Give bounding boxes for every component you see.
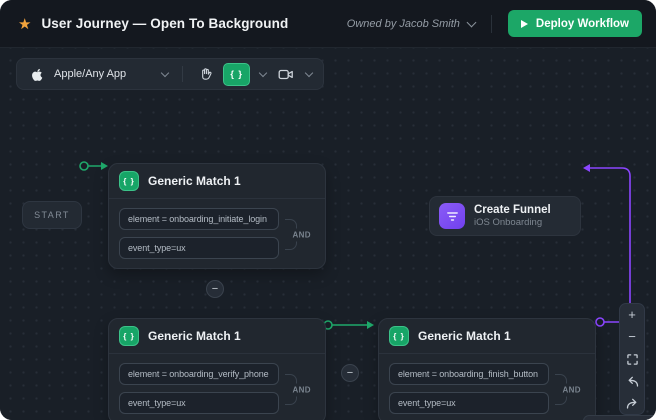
start-node[interactable]: START (22, 201, 82, 229)
owner-chevron-down-icon[interactable] (466, 17, 476, 27)
app-window: ★ User Journey — Open To Background Owne… (0, 0, 656, 420)
node-title: Generic Match 1 (148, 329, 241, 343)
start-node-label: START (34, 210, 70, 220)
node-title: Generic Match 1 (418, 329, 511, 343)
condition-pill[interactable]: element = onboarding_initiate_login (119, 208, 279, 230)
condition-pill[interactable]: element = onboarding_finish_button (389, 363, 549, 385)
edge-arrow-icon (101, 162, 108, 170)
video-tool-chevron-down-icon[interactable] (305, 69, 313, 77)
fit-view-button[interactable] (623, 352, 641, 366)
apple-icon (26, 64, 46, 84)
node-header: { } Generic Match 1 (109, 319, 325, 354)
app-selector-chevron-down-icon[interactable] (161, 69, 169, 77)
edge-arrow-icon (367, 321, 374, 329)
edge-remove-button[interactable]: − (206, 280, 224, 298)
node-create-funnel[interactable]: Create Funnel iOS Onboarding (429, 196, 581, 236)
canvas-controls-panel: + − (619, 303, 645, 415)
app-selector[interactable]: Apple/Any App (54, 68, 126, 80)
start-output-port[interactable] (80, 162, 88, 170)
code-braces-icon: { } (119, 326, 139, 346)
workflow-canvas[interactable]: Apple/Any App { } START (0, 48, 656, 420)
node-generic-match-2[interactable]: { } Generic Match 1 element = onboarding… (108, 318, 326, 420)
operator-label: AND (291, 228, 312, 241)
operator-label: AND (561, 383, 582, 396)
header-divider (491, 15, 492, 33)
deploy-workflow-button[interactable]: Deploy Workflow (508, 10, 642, 37)
node-body: element = onboarding_verify_phone event_… (109, 354, 325, 420)
node-generic-match-1[interactable]: { } Generic Match 1 element = onboarding… (108, 163, 326, 269)
favorite-star-icon[interactable]: ★ (18, 15, 31, 33)
video-camera-tool-button[interactable] (276, 64, 296, 84)
node-title: Generic Match 1 (148, 174, 241, 188)
code-braces-icon: { } (119, 171, 139, 191)
condition-pill[interactable]: event_type=ux (119, 237, 279, 259)
code-match-tool-button[interactable]: { } (223, 63, 250, 86)
page-title: User Journey — Open To Background (41, 16, 288, 31)
canvas-toolbar: Apple/Any App { } (16, 58, 324, 90)
condition-pill[interactable]: element = onboarding_verify_phone (119, 363, 279, 385)
match3-output-port[interactable] (596, 318, 604, 326)
minimap[interactable] (583, 415, 656, 420)
code-braces-icon: { } (389, 326, 409, 346)
node-subtitle: iOS Onboarding (474, 217, 551, 228)
undo-button[interactable] (623, 374, 641, 388)
zoom-out-button[interactable]: − (623, 330, 641, 344)
toolbar-divider (182, 66, 183, 82)
node-generic-match-3[interactable]: { } Generic Match 1 element = onboarding… (378, 318, 596, 420)
funnel-icon (439, 203, 465, 229)
and-bracket: AND (285, 219, 297, 250)
node-header: { } Generic Match 1 (109, 164, 325, 199)
edge-match3-to-funnel (590, 168, 630, 322)
code-tool-chevron-down-icon[interactable] (259, 69, 267, 77)
condition-pill[interactable]: event_type=ux (389, 392, 549, 414)
node-body: element = onboarding_initiate_login even… (109, 199, 325, 268)
pan-hand-tool-button[interactable] (195, 64, 215, 84)
and-bracket: AND (285, 374, 297, 405)
header-bar: ★ User Journey — Open To Background Owne… (0, 0, 656, 48)
edge-arrow-icon (583, 164, 590, 172)
deploy-workflow-label: Deploy Workflow (536, 18, 629, 30)
zoom-in-button[interactable]: + (623, 308, 641, 322)
node-header: { } Generic Match 1 (379, 319, 595, 354)
node-body: element = onboarding_finish_button event… (379, 354, 595, 420)
owner-label[interactable]: Owned by Jacob Smith (347, 18, 460, 30)
node-title: Create Funnel (474, 204, 551, 217)
condition-pill[interactable]: event_type=ux (119, 392, 279, 414)
redo-button[interactable] (623, 396, 641, 410)
operator-label: AND (291, 383, 312, 396)
edge-remove-button[interactable]: − (341, 364, 359, 382)
play-icon (521, 20, 528, 28)
and-bracket: AND (555, 374, 567, 405)
